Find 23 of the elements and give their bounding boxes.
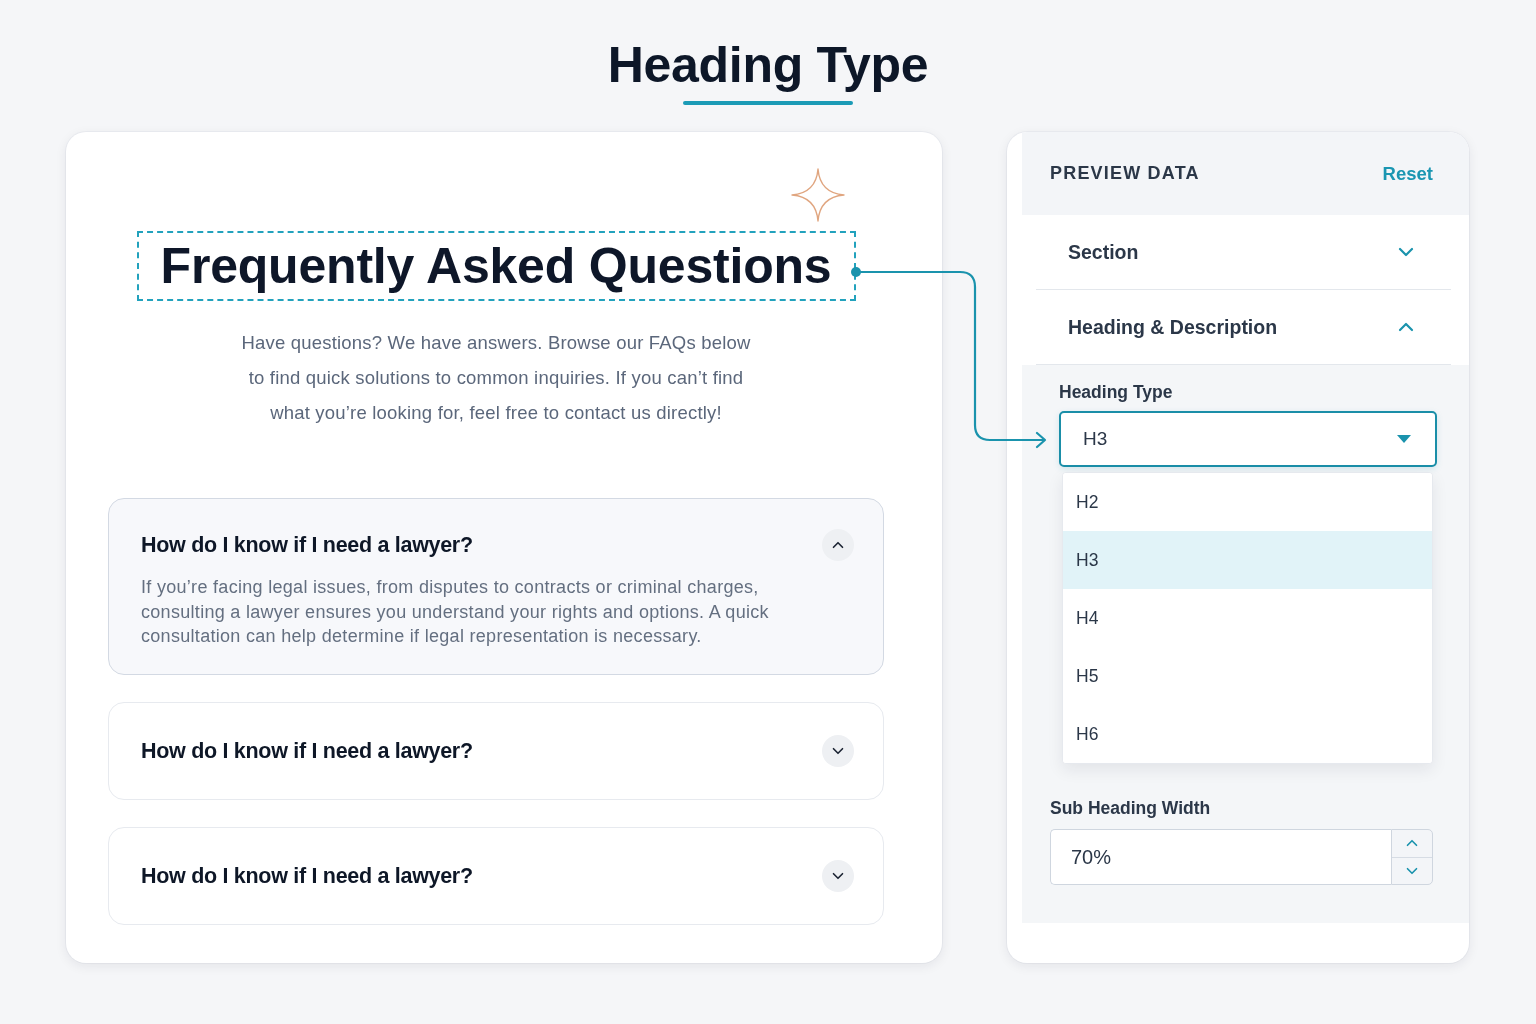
heading-type-select[interactable]: H3: [1059, 411, 1437, 467]
dropdown-option[interactable]: H2: [1063, 473, 1432, 531]
dropdown-option[interactable]: H3: [1063, 531, 1432, 589]
field-label: Heading Type: [1059, 381, 1174, 403]
width-input[interactable]: 70%: [1050, 829, 1391, 885]
faq-question: How do I know if I need a lawyer?: [141, 862, 473, 889]
page-title: Heading Type: [607, 36, 929, 94]
accordion-header[interactable]: Section: [1036, 215, 1451, 290]
faq-description: Have questions? We have answers. Browse our FAQs below to find quick solutions to common inquiries. If you can’t find what you’re looking for, feel free to contact us directly!: [240, 331, 752, 425]
dropdown-option[interactable]: H4: [1063, 589, 1432, 647]
caret-down-icon: [1397, 435, 1411, 443]
sparkle-icon: [791, 168, 845, 222]
dropdown-option[interactable]: H5: [1063, 647, 1432, 705]
dropdown-option[interactable]: H6: [1063, 705, 1432, 763]
faq-heading: Frequently Asked Questions: [160, 237, 832, 295]
panel-title: PREVIEW DATA: [1050, 163, 1200, 184]
toggle-button[interactable]: [822, 859, 854, 892]
faq-question: How do I know if I need a lawyer?: [141, 737, 473, 764]
toggle-button[interactable]: [822, 734, 854, 767]
field-label: Sub Heading Width: [1050, 797, 1212, 819]
toggle-button[interactable]: [822, 529, 854, 561]
faq-answer: If you’re facing legal issues, from disputes to contracts or criminal charges, consulting a lawyer ensures you understand your rights and options. A quick consultation can help determine if legal representation is necessary.: [141, 576, 770, 648]
faq-question: How do I know if I need a lawyer?: [141, 532, 473, 558]
